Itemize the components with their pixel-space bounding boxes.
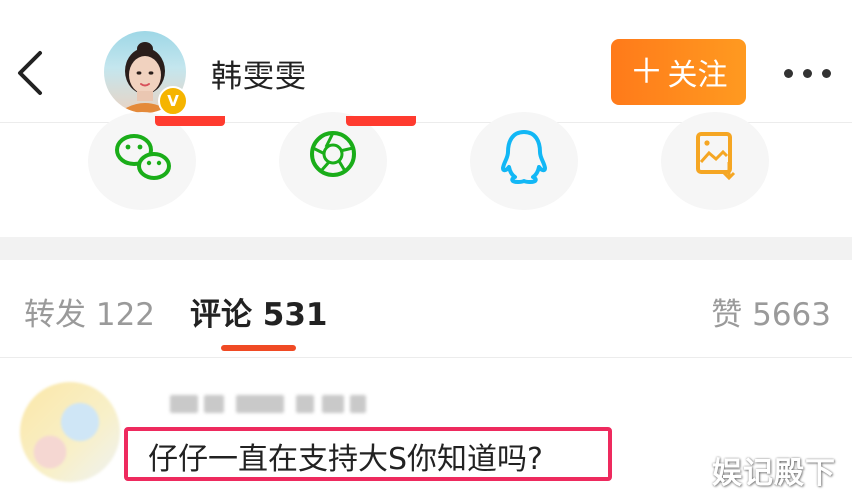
wechat-icon	[115, 134, 171, 180]
follow-label: 关注	[667, 58, 728, 93]
active-tab-indicator	[221, 345, 296, 351]
watermark: 娱记殿下	[712, 456, 836, 491]
new-badge	[155, 116, 225, 126]
top-bar: V 韩雯雯 ＋ 关注	[0, 0, 852, 122]
follow-button[interactable]: ＋ 关注	[611, 39, 746, 105]
commenter-avatar[interactable]	[20, 382, 120, 482]
tab-comment[interactable]: 评论 531	[190, 289, 328, 334]
tab-like-count: 5663	[752, 297, 831, 333]
commenter-name-blurred[interactable]	[170, 392, 370, 416]
tab-like[interactable]: 赞 5663	[711, 289, 831, 334]
tab-repost-count: 122	[95, 297, 156, 333]
section-separator	[0, 237, 852, 260]
qq-icon	[501, 130, 547, 184]
new-badge	[346, 116, 416, 126]
tab-repost-label: 转发	[24, 297, 86, 333]
save-image-icon	[696, 132, 736, 181]
tab-repost[interactable]: 转发 122	[24, 289, 155, 334]
tab-comment-label: 评论	[190, 297, 252, 333]
share-wechat-button[interactable]	[88, 112, 196, 210]
back-icon[interactable]	[14, 48, 54, 98]
divider	[0, 357, 852, 358]
save-image-button[interactable]	[661, 112, 769, 210]
share-qq-button[interactable]	[470, 112, 578, 210]
username[interactable]: 韩雯雯	[211, 51, 307, 96]
tab-like-label: 赞	[711, 297, 743, 333]
share-moments-button[interactable]	[279, 112, 387, 210]
moments-icon	[310, 131, 356, 177]
tab-comment-count: 531	[262, 297, 328, 333]
more-icon[interactable]	[784, 63, 838, 83]
plus-icon: ＋	[629, 52, 664, 92]
highlight-box	[124, 427, 612, 481]
